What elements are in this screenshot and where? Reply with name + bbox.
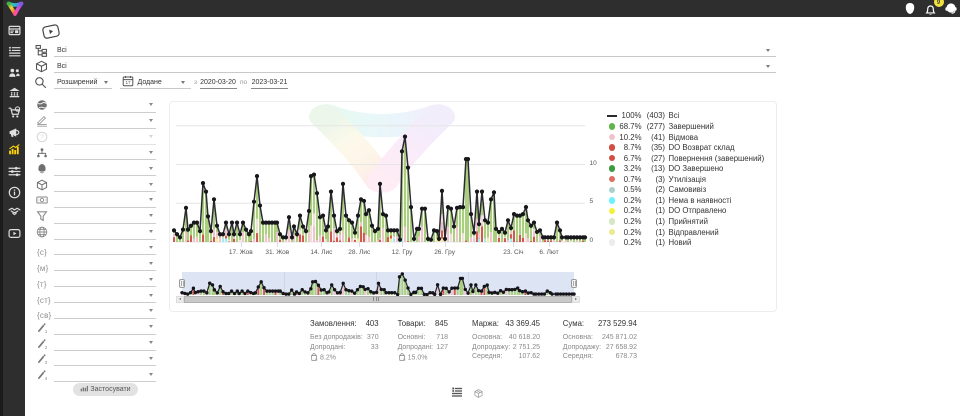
svg-text:?: ? <box>40 134 44 141</box>
svg-text:3: 3 <box>45 360 47 364</box>
svg-text:%: % <box>403 358 406 361</box>
svg-text:%: % <box>315 358 318 361</box>
svg-text:4: 4 <box>45 376 47 380</box>
svg-text:2: 2 <box>45 344 47 348</box>
svg-text:17: 17 <box>125 79 131 84</box>
svg-text:1: 1 <box>45 329 47 333</box>
